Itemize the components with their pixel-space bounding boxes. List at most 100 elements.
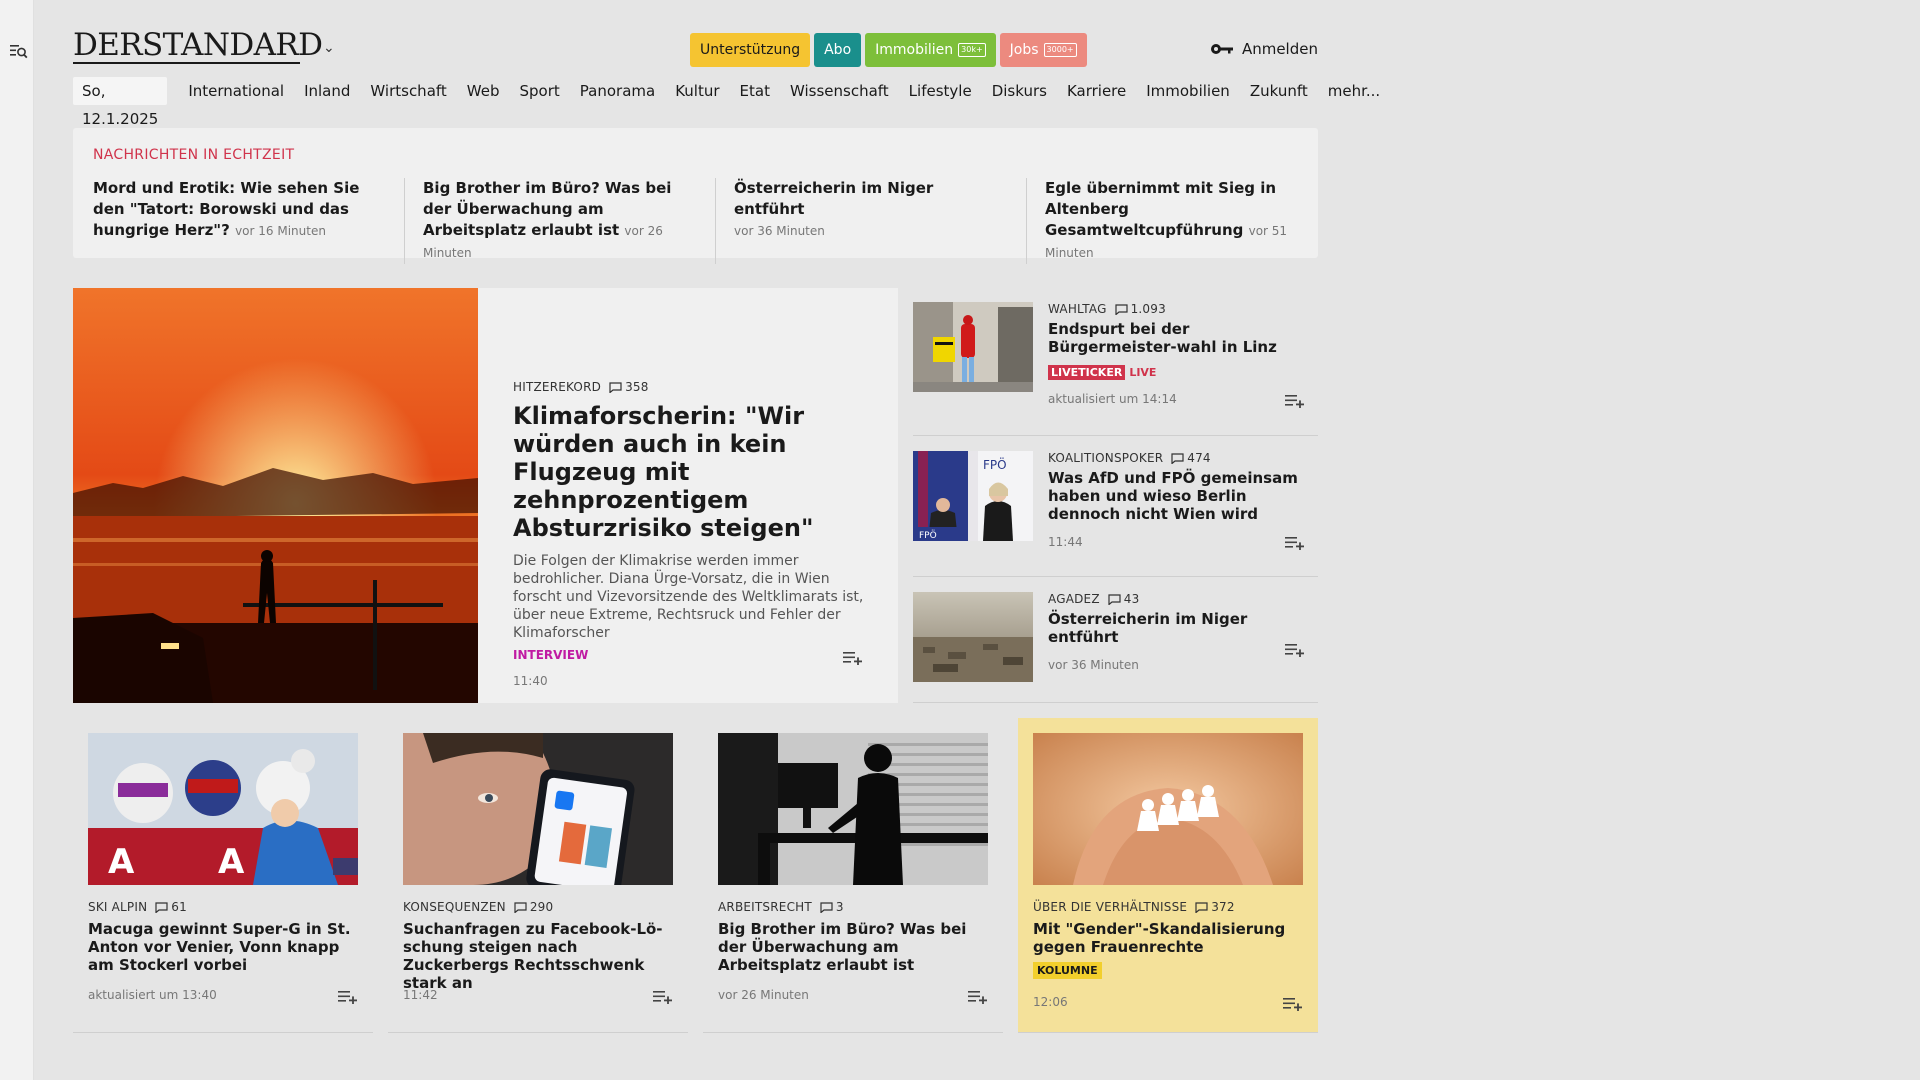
comment-count[interactable]: 290 bbox=[514, 900, 554, 914]
nav-item-wirtschaft[interactable]: Wirtschaft bbox=[360, 77, 456, 105]
hero-lead: Die Folgen der Klimakrise werden immer b… bbox=[513, 553, 864, 641]
article-card[interactable]: ARBEITSRECHT 3 Big Brother im Büro? Was … bbox=[703, 718, 1003, 1033]
nav-item-wissenschaft[interactable]: Wissenschaft bbox=[780, 77, 899, 105]
add-to-list-icon[interactable] bbox=[653, 990, 673, 1004]
comment-count[interactable]: 474 bbox=[1171, 451, 1211, 465]
login-button[interactable]: Anmelden bbox=[1210, 40, 1318, 58]
comment-count[interactable]: 61 bbox=[155, 900, 187, 914]
nav-item-lifestyle[interactable]: Lifestyle bbox=[899, 77, 982, 105]
current-date: So, 12.1.2025 bbox=[73, 77, 168, 128]
nav-item-karriere[interactable]: Karriere bbox=[1057, 77, 1136, 105]
article-time: aktualisiert um 14:14 bbox=[1048, 392, 1177, 406]
article-kicker: SKI ALPIN 61 bbox=[88, 900, 358, 914]
nav-item-kultur[interactable]: Kultur bbox=[665, 77, 729, 105]
left-sidebar bbox=[0, 0, 34, 1080]
comment-icon bbox=[514, 901, 527, 913]
kicker-label: ARBEITSRECHT bbox=[718, 900, 812, 914]
add-to-list-icon[interactable] bbox=[338, 990, 358, 1004]
card-text: SKI ALPIN 61 Macuga gewinnt Super-G in S… bbox=[88, 900, 358, 974]
header: DERSTANDARD ⌄ Unterstützung Abo Immobili… bbox=[73, 0, 1318, 70]
pill-jobs[interactable]: Jobs 3000+ bbox=[999, 33, 1087, 67]
article-title[interactable]: Endspurt bei der Bürgermeister-wahl in L… bbox=[1048, 320, 1303, 356]
kicker-label: KOALITIONSPOKER bbox=[1048, 451, 1164, 465]
article-time: 12:06 bbox=[1033, 995, 1068, 1009]
kicker-label: KONSEQUENZEN bbox=[403, 900, 506, 914]
nav-item-zukunft[interactable]: Zukunft bbox=[1240, 77, 1318, 105]
pill-unterstuetzung[interactable]: Unterstützung bbox=[690, 33, 811, 67]
kicker-label: SKI ALPIN bbox=[88, 900, 148, 914]
side-article[interactable]: WAHLTAG 1.093 Endspurt bei der Bürgermei… bbox=[913, 288, 1318, 436]
pill-label: Unterstützung bbox=[700, 42, 801, 58]
kicker-label: HITZEREKORD bbox=[513, 380, 602, 394]
article-card-column[interactable]: ÜBER DIE VERHÄLTNISSE 372 Mit "Gender"-S… bbox=[1018, 718, 1318, 1033]
ticker-item[interactable]: Mord und Erotik: Wie sehen Sie den "Tato… bbox=[93, 178, 404, 264]
chevron-down-icon[interactable]: ⌄ bbox=[323, 40, 335, 56]
hero-article[interactable]: HITZEREKORD 358 Klimaforscherin: "Wir wü… bbox=[73, 288, 898, 703]
add-to-list-icon[interactable] bbox=[843, 651, 863, 665]
hero-kicker: HITZEREKORD 358 bbox=[513, 380, 873, 394]
nav-item-web[interactable]: Web bbox=[457, 77, 510, 105]
article-card[interactable]: A A SKI ALPIN 61 Macuga gewinnt Super-G … bbox=[73, 718, 373, 1033]
article-image: A A bbox=[88, 733, 358, 885]
key-icon bbox=[1210, 44, 1233, 54]
nav-item-immobilien[interactable]: Immobilien bbox=[1136, 77, 1240, 105]
nav-item-diskurs[interactable]: Diskurs bbox=[982, 77, 1057, 105]
pill-abo[interactable]: Abo bbox=[814, 33, 862, 67]
kicker-label: AGADEZ bbox=[1048, 592, 1100, 606]
svg-text:A: A bbox=[218, 842, 245, 882]
article-time: vor 26 Minuten bbox=[718, 988, 809, 1002]
nav-item-etat[interactable]: Etat bbox=[730, 77, 780, 105]
nav-item-inland[interactable]: Inland bbox=[294, 77, 360, 105]
add-to-list-icon[interactable] bbox=[1283, 997, 1303, 1011]
nav-item-international[interactable]: International bbox=[178, 77, 294, 105]
article-title[interactable]: Suchanfragen zu Facebook-Lö-schung steig… bbox=[403, 920, 673, 992]
svg-text:FPÖ: FPÖ bbox=[919, 530, 937, 541]
nav-item-panorama[interactable]: Panorama bbox=[570, 77, 665, 105]
article-title[interactable]: Macuga gewinnt Super-G in St. Anton vor … bbox=[88, 920, 358, 974]
site-logo[interactable]: DERSTANDARD bbox=[73, 30, 323, 61]
article-image bbox=[1033, 733, 1303, 885]
comment-number: 43 bbox=[1123, 592, 1140, 606]
add-to-list-icon[interactable] bbox=[1285, 536, 1305, 550]
side-article-text: AGADEZ 43 Österreicherin im Niger entfüh… bbox=[1048, 592, 1303, 672]
article-title[interactable]: Was AfD und FPÖ gemeinsam haben und wies… bbox=[1048, 469, 1303, 523]
add-to-list-icon[interactable] bbox=[1285, 394, 1305, 408]
article-card[interactable]: KONSEQUENZEN 290 Suchanfragen zu Faceboo… bbox=[388, 718, 688, 1033]
hero-title[interactable]: Klimaforscherin: "Wir würden auch in kei… bbox=[513, 402, 873, 542]
article-title[interactable]: Big Brother im Büro? Was bei der Überwac… bbox=[718, 920, 988, 974]
add-to-list-icon[interactable] bbox=[968, 990, 988, 1004]
hero-text: HITZEREKORD 358 Klimaforscherin: "Wir wü… bbox=[513, 380, 873, 688]
side-article[interactable]: FPÖ FPÖ KOALITIONSPOKER 474 Was AfD und … bbox=[913, 436, 1318, 577]
comment-count[interactable]: 3 bbox=[820, 900, 844, 914]
ticker-item[interactable]: Österreicherin im Niger entführt vor 36 … bbox=[715, 178, 1026, 264]
nav-item-sport[interactable]: Sport bbox=[510, 77, 570, 105]
nav-item-more[interactable]: mehr... bbox=[1318, 77, 1390, 105]
comment-count[interactable]: 43 bbox=[1108, 592, 1140, 606]
hero-image bbox=[73, 288, 478, 703]
ticker-item[interactable]: Egle übernimmt mit Sieg in Altenberg Ges… bbox=[1026, 178, 1337, 264]
add-to-list-icon[interactable] bbox=[1285, 643, 1305, 657]
side-article[interactable]: AGADEZ 43 Österreicherin im Niger entfüh… bbox=[913, 577, 1318, 703]
article-time: 11:44 bbox=[1048, 535, 1083, 549]
comment-count[interactable]: 1.093 bbox=[1114, 302, 1166, 316]
ticker-list: Mord und Erotik: Wie sehen Sie den "Tato… bbox=[93, 178, 1337, 264]
menu-search-icon[interactable] bbox=[10, 44, 28, 60]
pill-immobilien[interactable]: Immobilien 30k+ bbox=[865, 33, 996, 67]
comment-number: 474 bbox=[1187, 451, 1211, 465]
ticker-item[interactable]: Big Brother im Büro? Was bei der Überwac… bbox=[404, 178, 715, 264]
comment-icon bbox=[1108, 593, 1121, 605]
comment-count[interactable]: 358 bbox=[609, 380, 649, 394]
live-badges: LIVETICKER LIVE bbox=[1048, 361, 1303, 380]
article-kicker: AGADEZ 43 bbox=[1048, 592, 1303, 606]
comment-number: 1.093 bbox=[1130, 302, 1166, 316]
article-title[interactable]: Österreicherin im Niger entführt bbox=[1048, 610, 1303, 646]
card-text: KONSEQUENZEN 290 Suchanfragen zu Faceboo… bbox=[403, 900, 673, 992]
article-time: vor 36 Minuten bbox=[1048, 658, 1139, 672]
article-title[interactable]: Mit "Gender"-Skandalisierung gegen Fraue… bbox=[1033, 920, 1303, 956]
comment-count[interactable]: 372 bbox=[1195, 900, 1235, 914]
comment-icon bbox=[1171, 452, 1184, 464]
comment-icon bbox=[820, 901, 833, 913]
kicker-label: ÜBER DIE VERHÄLTNISSE bbox=[1033, 900, 1188, 914]
article-kicker: KONSEQUENZEN 290 bbox=[403, 900, 673, 914]
main-content: DERSTANDARD ⌄ Unterstützung Abo Immobili… bbox=[73, 0, 1380, 1033]
